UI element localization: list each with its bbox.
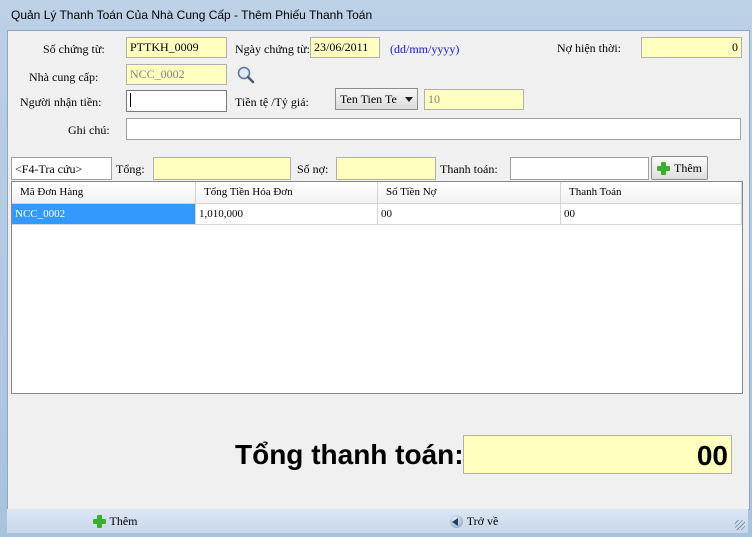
ty-gia-field[interactable]: 10 xyxy=(424,89,524,110)
nha-cung-cap-field[interactable]: NCC_0002 xyxy=(126,64,227,85)
ngay-chung-tu-field[interactable]: 23/06/2011 xyxy=(310,37,380,58)
no-hien-thoi-field[interactable]: 0 xyxy=(641,37,742,58)
no-hien-thoi-label: Nợ hiện thời: xyxy=(557,41,622,55)
magnifier-icon[interactable] xyxy=(236,65,256,85)
so-chung-tu-label: Số chứng từ: xyxy=(43,42,105,56)
nguoi-nhan-tien-label: Người nhận tiền: xyxy=(20,95,102,109)
tien-te-selected: Ten Tien Te xyxy=(340,92,397,106)
tong-label: Tổng: xyxy=(116,162,145,176)
app-window: Quản Lý Thanh Toán Của Nhà Cung Cấp - Th… xyxy=(0,0,752,537)
tien-te-dropdown[interactable]: Ten Tien Te xyxy=(335,88,418,110)
so-chung-tu-field[interactable]: PTTKH_0009 xyxy=(126,37,227,58)
bottom-toolbar: Thêm Trở về xyxy=(7,509,748,533)
thanh-toan-label: Thanh toán: xyxy=(440,162,498,176)
tien-te-label: Tiền tệ /Tỷ giá: xyxy=(235,95,309,109)
column-header-thanh-toan[interactable]: Thanh Toán xyxy=(561,182,742,204)
ghi-chu-label: Ghi chú: xyxy=(68,123,110,137)
chevron-down-icon xyxy=(405,97,413,102)
back-button[interactable]: Trở về xyxy=(444,512,504,530)
table-cell-thanh-toan[interactable]: 00 xyxy=(561,204,742,225)
table-cell-ma-don-hang[interactable]: NCC_0002 xyxy=(12,204,196,225)
resize-grip[interactable] xyxy=(735,520,745,530)
tong-field[interactable] xyxy=(153,157,291,180)
total-label: Tổng thanh toán: xyxy=(235,439,464,470)
date-format-hint: (dd/mm/yyyy) xyxy=(390,42,460,56)
ghi-chu-input[interactable] xyxy=(126,118,741,140)
invoice-table[interactable]: Mã Đơn Hàng Tổng Tiền Hóa Đơn Số Tiền Nợ… xyxy=(11,181,743,394)
save-add-button[interactable]: Thêm xyxy=(85,512,145,530)
plus-icon xyxy=(92,514,106,528)
total-value-field[interactable]: 00 xyxy=(463,435,732,474)
search-lookup-input[interactable]: <F4-Tra cứu> xyxy=(11,157,112,180)
table-cell-so-tien-no[interactable]: 00 xyxy=(378,204,561,225)
table-cell-tong-tien[interactable]: 1,010,000 xyxy=(196,204,378,225)
add-line-button[interactable]: Thêm xyxy=(651,156,708,180)
column-header-ma-don-hang[interactable]: Mã Đơn Hàng xyxy=(12,182,196,204)
back-arrow-icon xyxy=(449,514,463,528)
back-button-label: Trở về xyxy=(466,513,499,528)
ngay-chung-tu-label: Ngày chứng từ: xyxy=(235,42,310,56)
plus-icon xyxy=(657,161,670,175)
nha-cung-cap-label: Nhà cung cấp: xyxy=(29,70,99,84)
column-header-tong-tien[interactable]: Tổng Tiền Hóa Đơn xyxy=(196,182,378,204)
add-line-button-label: Thêm xyxy=(674,160,702,175)
window-title: Quản Lý Thanh Toán Của Nhà Cung Cấp - Th… xyxy=(11,8,373,22)
thanh-toan-input[interactable] xyxy=(510,157,649,180)
nguoi-nhan-tien-input[interactable] xyxy=(126,90,227,112)
save-add-button-label: Thêm xyxy=(109,513,138,528)
column-header-so-tien-no[interactable]: Số Tiền Nợ xyxy=(378,182,561,204)
title-bar: Quản Lý Thanh Toán Của Nhà Cung Cấp - Th… xyxy=(0,0,752,30)
so-no-field[interactable] xyxy=(336,157,436,180)
so-no-label: Số nợ: xyxy=(297,162,329,176)
